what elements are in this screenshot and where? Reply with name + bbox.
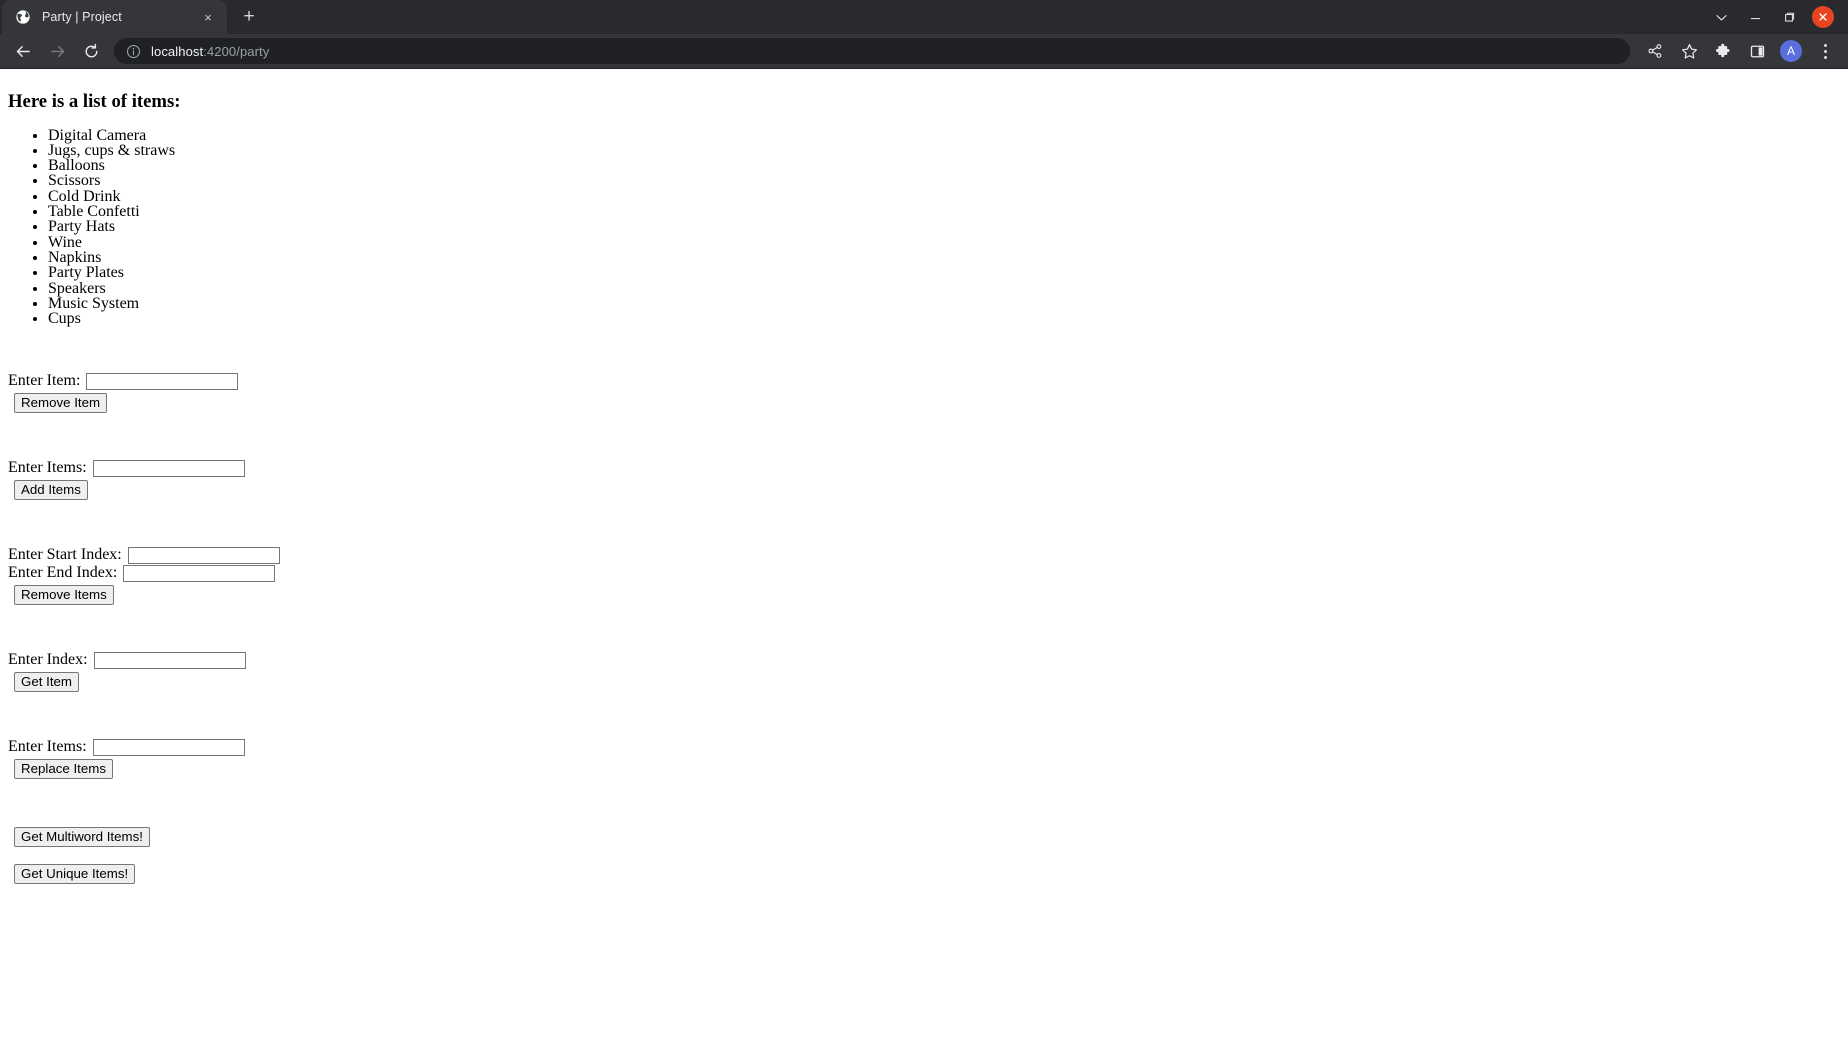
info-circle-icon[interactable] (126, 44, 141, 59)
items-list: Digital Camera Jugs, cups & straws Ballo… (8, 127, 1840, 327)
list-item: Napkins (48, 249, 1840, 265)
tab-strip: Party | Project × + (0, 0, 1848, 34)
side-panel-icon[interactable] (1742, 36, 1772, 66)
add-items-input[interactable] (92, 460, 245, 478)
remove-item-form: Enter Item: Remove Item (8, 372, 1840, 414)
address-bar-url: localhost:4200/party (151, 44, 269, 59)
remove-range-form: Enter Start Index: Enter End Index: Remo… (8, 546, 1840, 606)
window-controls (1704, 0, 1848, 34)
list-item: Party Hats (48, 219, 1840, 235)
three-dot-glyph (1823, 43, 1827, 59)
enter-item-input[interactable] (86, 373, 239, 391)
browser-window: Party | Project × + localhost:4200/party… (0, 0, 1848, 1052)
remove-item-button[interactable]: Remove Item (14, 393, 108, 414)
end-index-input[interactable] (123, 565, 276, 583)
enter-items-label: Enter Items: (8, 459, 87, 477)
list-item: Cups (48, 310, 1840, 326)
forward-arrow-icon[interactable] (42, 36, 72, 66)
bookmark-star-icon[interactable] (1674, 36, 1704, 66)
page-title: Here is a list of items: (8, 91, 181, 112)
spacer-paragraph (8, 620, 1840, 636)
browser-toolbar: localhost:4200/party A (0, 34, 1848, 69)
replace-items-form: Enter Items: Replace Items (8, 738, 1840, 780)
toolbar-icons: A (1638, 36, 1842, 66)
back-arrow-icon[interactable] (8, 36, 38, 66)
spacer-paragraph (8, 341, 1840, 357)
spacer-paragraph (8, 515, 1840, 531)
reload-icon[interactable] (76, 36, 106, 66)
start-index-field-row: Enter Start Index: (8, 546, 1840, 565)
three-dot-menu-icon[interactable] (1810, 36, 1840, 66)
end-index-field-row: Enter End Index: (8, 564, 1840, 583)
extensions-puzzle-icon[interactable] (1708, 36, 1738, 66)
list-item: Digital Camera (48, 127, 1840, 143)
list-item: Wine (48, 234, 1840, 250)
minimize-icon[interactable] (1738, 2, 1772, 32)
enter-end-index-label: Enter End Index: (8, 564, 118, 582)
list-item: Music System (48, 295, 1840, 311)
list-item: Speakers (48, 280, 1840, 296)
close-button[interactable] (1806, 2, 1840, 32)
maximize-icon[interactable] (1772, 2, 1806, 32)
add-items-form: Enter Items: Add Items (8, 459, 1840, 501)
browser-tab-active[interactable]: Party | Project × (2, 0, 227, 34)
get-item-form: Enter Index: Get Item (8, 651, 1840, 693)
spacer-paragraph (8, 707, 1840, 723)
address-bar-path: :4200/party (203, 43, 270, 59)
page-viewport: Here is a list of items: Digital Camera … (0, 69, 1848, 1052)
new-tab-button[interactable]: + (235, 3, 263, 31)
list-item: Jugs, cups & straws (48, 142, 1840, 158)
address-bar[interactable]: localhost:4200/party (114, 38, 1630, 64)
multiword-items-group: Get Multiword Items! (8, 825, 1840, 848)
replace-items-button-row: Replace Items (8, 757, 1840, 780)
replace-items-button[interactable]: Replace Items (14, 759, 113, 780)
enter-index-input[interactable] (93, 652, 246, 670)
replace-items-field-row: Enter Items: (8, 738, 1840, 757)
address-bar-host: localhost (151, 43, 204, 59)
remove-item-button-row: Remove Item (8, 391, 1840, 414)
profile-avatar[interactable]: A (1776, 36, 1806, 66)
avatar: A (1780, 40, 1802, 62)
list-item: Balloons (48, 157, 1840, 173)
replace-items-label: Enter Items: (8, 738, 87, 756)
tab-close-icon[interactable]: × (199, 8, 217, 26)
remove-items-button-row: Remove Items (8, 583, 1840, 606)
add-items-button[interactable]: Add Items (14, 480, 88, 501)
remove-item-field-row: Enter Item: (8, 372, 1840, 391)
get-unique-items-button[interactable]: Get Unique Items! (14, 864, 136, 885)
get-multiword-items-button[interactable]: Get Multiword Items! (14, 827, 150, 848)
get-item-field-row: Enter Index: (8, 651, 1840, 670)
add-items-button-row: Add Items (8, 478, 1840, 501)
party-page: Here is a list of items: Digital Camera … (0, 69, 1848, 907)
list-item: Party Plates (48, 265, 1840, 281)
spacer-paragraph (8, 794, 1840, 810)
share-icon[interactable] (1640, 36, 1670, 66)
get-item-button[interactable]: Get Item (14, 672, 79, 693)
list-item: Cold Drink (48, 188, 1840, 204)
spacer-paragraph (8, 428, 1840, 444)
list-item: Scissors (48, 173, 1840, 189)
globe-favicon (15, 9, 31, 25)
add-items-field-row: Enter Items: (8, 459, 1840, 478)
tab-title: Party | Project (42, 10, 122, 24)
enter-index-label: Enter Index: (8, 651, 88, 669)
unique-items-group: Get Unique Items! (8, 862, 1840, 885)
enter-start-index-label: Enter Start Index: (8, 546, 122, 564)
chevron-down-icon[interactable] (1704, 2, 1738, 32)
start-index-input[interactable] (127, 547, 280, 565)
close-icon (1812, 6, 1834, 28)
replace-items-input[interactable] (92, 739, 245, 757)
get-item-button-row: Get Item (8, 670, 1840, 693)
enter-item-label: Enter Item: (8, 372, 81, 390)
remove-items-button[interactable]: Remove Items (14, 585, 114, 606)
list-item: Table Confetti (48, 203, 1840, 219)
